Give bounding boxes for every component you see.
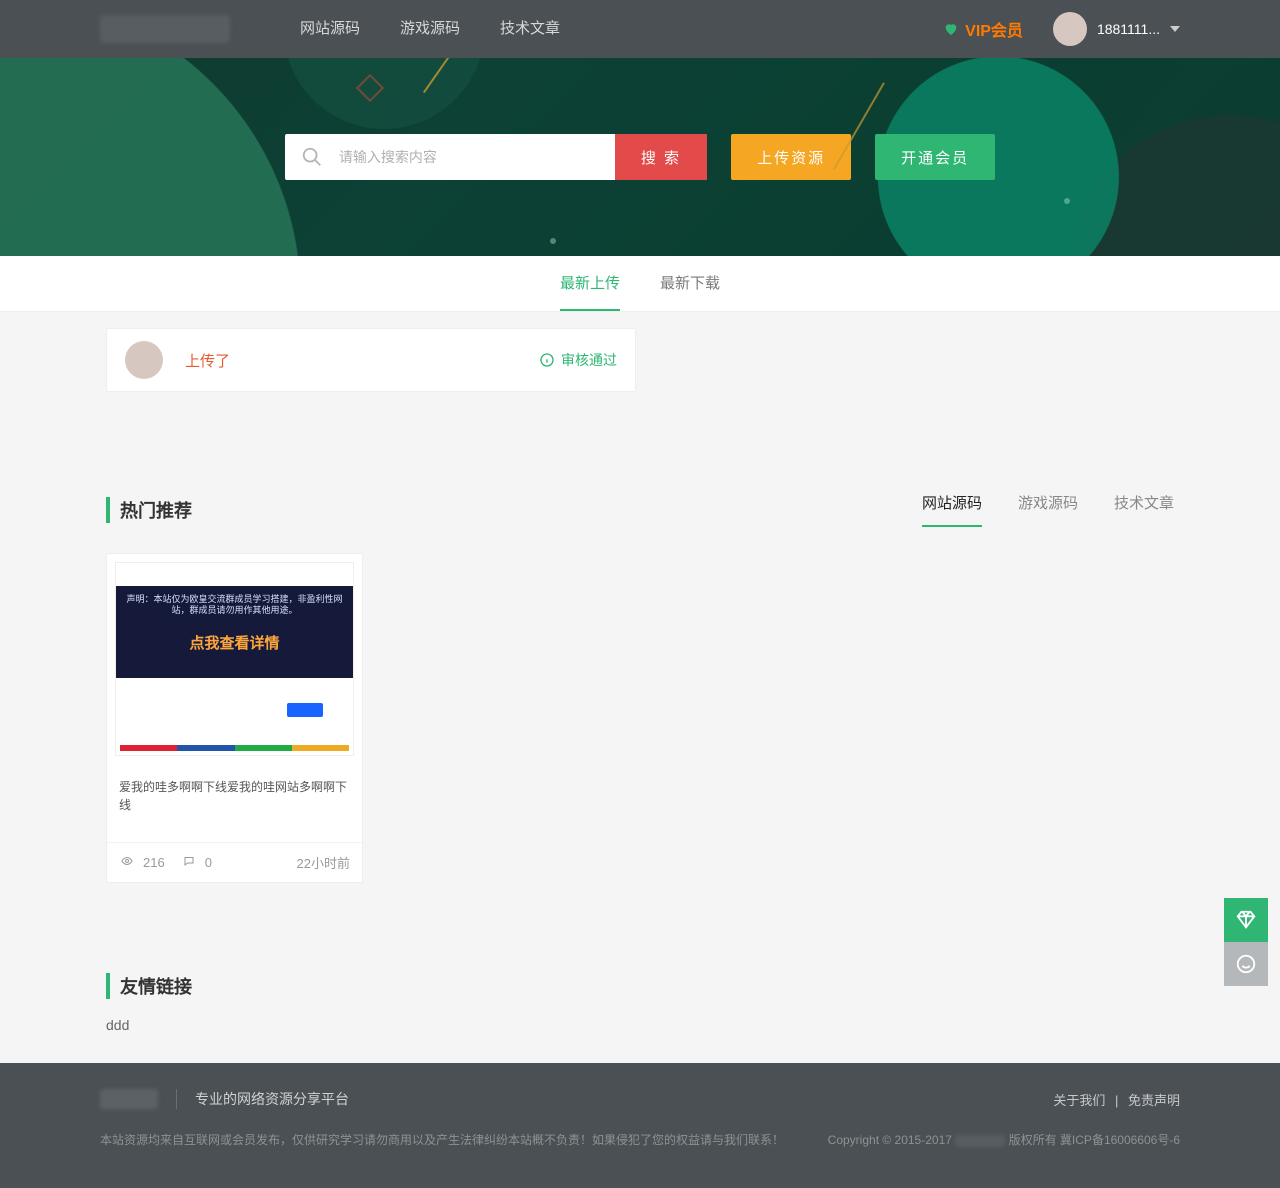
time-label: 22小时前	[297, 853, 350, 872]
upload-resource-button[interactable]: 上传资源	[731, 134, 851, 180]
hot-tab-tech[interactable]: 技术文章	[1114, 492, 1174, 527]
footer-divider	[176, 1089, 177, 1109]
friendlinks-title: 友情链接	[106, 973, 1174, 999]
eye-icon	[119, 855, 135, 870]
upload-action-label: 上传了	[185, 350, 230, 371]
thumb-disclaimer-text: 声明：本站仅为欧皇交流群成员学习搭建，非盈利性网站，群成员请勿用作其他用途。	[122, 594, 347, 617]
thumb-button-graphic	[287, 703, 323, 717]
decor-dot	[1064, 198, 1070, 204]
hot-tab-game[interactable]: 游戏源码	[1018, 492, 1078, 527]
nav-website-source[interactable]: 网站源码	[280, 0, 380, 58]
footer-slogan: 专业的网络资源分享平台	[195, 1089, 349, 1109]
diamond-icon	[1235, 909, 1257, 931]
vip-label: VIP会员	[965, 17, 1023, 41]
friendlink-item[interactable]: ddd	[106, 1017, 129, 1033]
hot-title: 热门推荐	[106, 497, 192, 523]
tab-latest-upload[interactable]: 最新上传	[560, 272, 620, 311]
resource-thumbnail: 声明：本站仅为欧皇交流群成员学习搭建，非盈利性网站，群成员请勿用作其他用途。 点…	[107, 554, 362, 764]
search-input[interactable]	[339, 134, 615, 180]
approval-status: 审核通过	[539, 350, 617, 370]
vip-link[interactable]: VIP会员	[943, 17, 1023, 41]
user-menu[interactable]: 1881111...	[1053, 12, 1180, 46]
heart-icon	[943, 21, 959, 37]
nav-tech-articles[interactable]: 技术文章	[480, 0, 580, 58]
info-circle-icon	[539, 352, 555, 368]
thumb-cta-text: 点我查看详情	[116, 632, 353, 653]
comment-icon	[181, 855, 197, 870]
hot-tabs: 网站源码 游戏源码 技术文章	[922, 492, 1174, 527]
decor-line	[423, 58, 459, 93]
search-button[interactable]: 搜 索	[615, 134, 707, 180]
float-vip-button[interactable]	[1224, 898, 1268, 942]
footer-about-link[interactable]: 关于我们	[1053, 1093, 1105, 1108]
hot-header: 热门推荐 网站源码 游戏源码 技术文章	[106, 452, 1174, 527]
footer-links: 关于我们 | 免责声明	[1053, 1090, 1180, 1109]
view-count: 216	[143, 855, 165, 870]
chevron-down-icon	[1170, 26, 1180, 32]
tab-latest-download[interactable]: 最新下载	[660, 272, 720, 311]
copyright-prefix: Copyright © 2015-2017	[828, 1133, 956, 1147]
feed-tabs: 最新上传 最新下载	[0, 256, 1280, 312]
footer-logo-icon	[100, 1089, 158, 1109]
username-label: 1881111...	[1097, 21, 1160, 37]
user-avatar-icon	[1053, 12, 1087, 46]
comment-count: 0	[205, 855, 212, 870]
footer-copyright: Copyright © 2015-2017 版权所有 冀ICP备16006606…	[828, 1131, 1180, 1148]
footer-disclaimer-link[interactable]: 免责声明	[1128, 1093, 1180, 1108]
friendlinks-list: ddd	[106, 999, 1174, 1063]
hot-section: 热门推荐 网站源码 游戏源码 技术文章 声明：本站仅为欧皇交流群成员学习搭建，非…	[106, 452, 1174, 1063]
feed-section: 上传了 审核通过	[106, 312, 1174, 452]
copyright-suffix: 版权所有 冀ICP备16006606号-6	[1005, 1133, 1180, 1147]
uploader-avatar-icon	[125, 341, 163, 379]
search-icon	[285, 134, 339, 180]
decor-dot	[550, 238, 556, 244]
header-right: VIP会员 1881111...	[943, 12, 1180, 46]
nav-game-source[interactable]: 游戏源码	[380, 0, 480, 58]
hot-grid: 声明：本站仅为欧皇交流群成员学习搭建，非盈利性网站，群成员请勿用作其他用途。 点…	[106, 527, 1174, 943]
site-logo[interactable]	[100, 15, 230, 43]
search-bar: 搜 索	[285, 134, 707, 180]
thumb-color-stripes	[120, 745, 349, 751]
float-buttons	[1224, 898, 1268, 986]
site-footer: 专业的网络资源分享平台 关于我们 | 免责声明 本站资源均来自互联网或会员发布，…	[0, 1063, 1280, 1188]
main-nav: 网站源码 游戏源码 技术文章	[280, 0, 580, 58]
footer-logo-block: 专业的网络资源分享平台	[100, 1089, 349, 1109]
top-header: 网站源码 游戏源码 技术文章 VIP会员 1881111...	[0, 0, 1280, 58]
resource-card[interactable]: 声明：本站仅为欧皇交流群成员学习搭建，非盈利性网站，群成员请勿用作其他用途。 点…	[106, 553, 363, 883]
feed-item[interactable]: 上传了 审核通过	[106, 328, 636, 392]
hot-tab-website[interactable]: 网站源码	[922, 492, 982, 527]
resource-meta: 216 0 22小时前	[107, 842, 362, 882]
hero-banner: 搜 索 上传资源 开通会员	[0, 58, 1280, 256]
smile-icon	[1235, 953, 1257, 975]
approval-label: 审核通过	[561, 350, 617, 370]
footer-link-sep: |	[1115, 1093, 1118, 1108]
resource-title: 爱我的哇多啊啊下线爱我的哇网站多啊啊下线	[107, 764, 362, 842]
footer-disclaimer-text: 本站资源均来自互联网或会员发布，仅供研究学习请勿商用以及产生法律纠纷本站概不负责…	[100, 1131, 784, 1148]
float-feedback-button[interactable]	[1224, 942, 1268, 986]
open-membership-button[interactable]: 开通会员	[875, 134, 995, 180]
copyright-owner-blurred	[955, 1135, 1005, 1147]
